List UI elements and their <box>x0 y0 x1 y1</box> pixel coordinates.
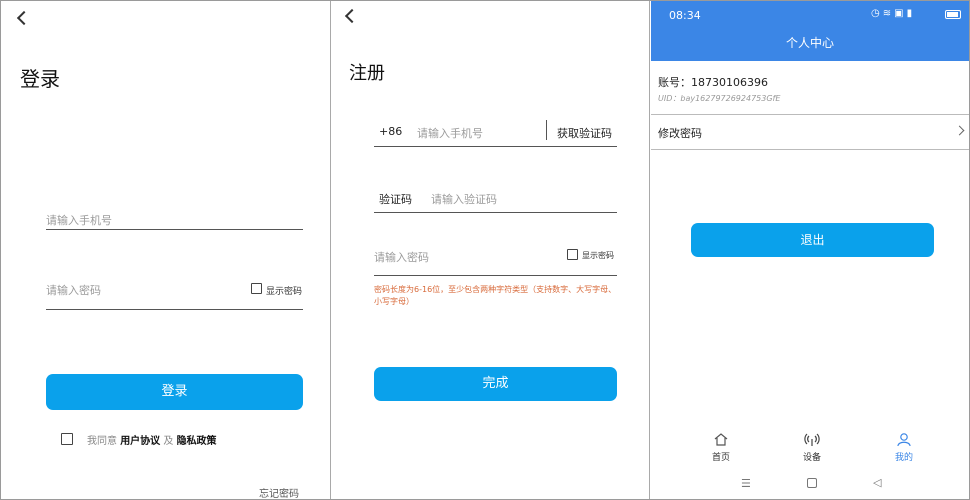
agree-prefix: 我同意 <box>87 436 117 447</box>
register-title: 注册 <box>349 63 385 84</box>
password-hint: 密码长度为6-16位，至少包含两种字符类型（支持数字、大写字母、小写字母） <box>374 285 617 306</box>
finish-button[interactable]: 完成 <box>374 367 617 401</box>
status-time: 08:34 <box>669 9 701 22</box>
chevron-right-icon <box>954 125 965 136</box>
code-input-underline <box>374 212 617 213</box>
page-header: 个人中心 <box>651 29 969 61</box>
home-square-icon[interactable] <box>807 478 817 488</box>
account-number: 账号：18730106396 <box>658 76 768 89</box>
forgot-password-link[interactable]: 忘记密码 <box>259 485 299 500</box>
back-triangle-icon[interactable]: ◁ <box>873 476 881 489</box>
login-screen: 登录 请输入手机号 请输入密码 显示密码 登录 我同意 用户协议 及 隐私政策 … <box>1 1 331 500</box>
country-code[interactable]: +86 <box>379 125 402 138</box>
agreement-text: 我同意 用户协议 及 隐私政策 <box>87 432 217 447</box>
register-screen: 注册 +86 请输入手机号 获取验证码 验证码 请输入验证码 请输入密码 显示密… <box>332 1 650 499</box>
change-password-label: 修改密码 <box>658 127 702 140</box>
and-text: 及 <box>163 436 174 447</box>
battery-icon <box>945 10 961 19</box>
login-title: 登录 <box>20 67 60 91</box>
screenshot-frame: 登录 请输入手机号 请输入密码 显示密码 登录 我同意 用户协议 及 隐私政策 … <box>0 0 970 500</box>
status-bar: 08:34 ◷≋▣▮ <box>651 1 969 29</box>
user-agreement-link[interactable]: 用户协议 <box>120 436 160 447</box>
divider <box>651 149 969 150</box>
agree-checkbox[interactable] <box>61 433 73 445</box>
tab-device-label: 设备 <box>802 453 821 463</box>
status-icons: ◷≋▣▮ <box>871 8 915 19</box>
get-code-button[interactable]: 获取验证码 <box>557 125 612 141</box>
home-icon <box>714 433 728 446</box>
change-password-row[interactable]: 修改密码 <box>651 115 969 149</box>
show-password-checkbox[interactable] <box>251 283 262 294</box>
tab-device[interactable]: 设备 <box>792 432 832 463</box>
code-input[interactable]: 请输入验证码 <box>431 191 497 207</box>
signal-icon: ▮ <box>906 8 916 19</box>
phone-input[interactable]: 请输入手机号 <box>417 125 483 141</box>
password-input[interactable]: 请输入密码 <box>374 249 429 265</box>
password-input-underline <box>46 309 303 310</box>
wifi-icon: ≋ <box>882 8 895 19</box>
header-title: 个人中心 <box>785 36 834 50</box>
login-button[interactable]: 登录 <box>46 374 303 410</box>
back-arrow-icon[interactable] <box>16 10 32 26</box>
tab-home-label: 首页 <box>711 453 730 463</box>
tab-mine-label: 我的 <box>894 453 913 463</box>
show-password-label: 显示密码 <box>266 287 303 297</box>
privacy-policy-link[interactable]: 隐私政策 <box>177 436 217 447</box>
hd-icon: ▣ <box>894 8 907 19</box>
divider <box>546 120 547 140</box>
code-label: 验证码 <box>379 193 412 206</box>
tab-mine[interactable]: 我的 <box>884 432 924 463</box>
phone-input-underline <box>374 146 617 147</box>
user-icon <box>897 433 911 447</box>
tab-home[interactable]: 首页 <box>701 432 741 463</box>
logout-button[interactable]: 退出 <box>691 223 934 257</box>
show-password-checkbox[interactable] <box>567 249 578 260</box>
profile-screen: 08:34 ◷≋▣▮ 个人中心 账号：18730106396 UID：bay16… <box>651 1 969 499</box>
back-arrow-icon[interactable] <box>344 8 360 24</box>
password-input-underline <box>374 275 617 276</box>
alarm-icon: ◷ <box>871 8 883 19</box>
password-input[interactable]: 请输入密码 <box>46 282 101 298</box>
phone-input[interactable]: 请输入手机号 <box>46 212 112 228</box>
menu-icon[interactable]: ☰ <box>741 477 751 490</box>
uid-text: UID：bay16279726924753GfE <box>658 94 781 103</box>
device-signal-icon <box>804 433 820 446</box>
show-password-label: 显示密码 <box>582 251 614 260</box>
phone-input-underline <box>46 229 303 230</box>
